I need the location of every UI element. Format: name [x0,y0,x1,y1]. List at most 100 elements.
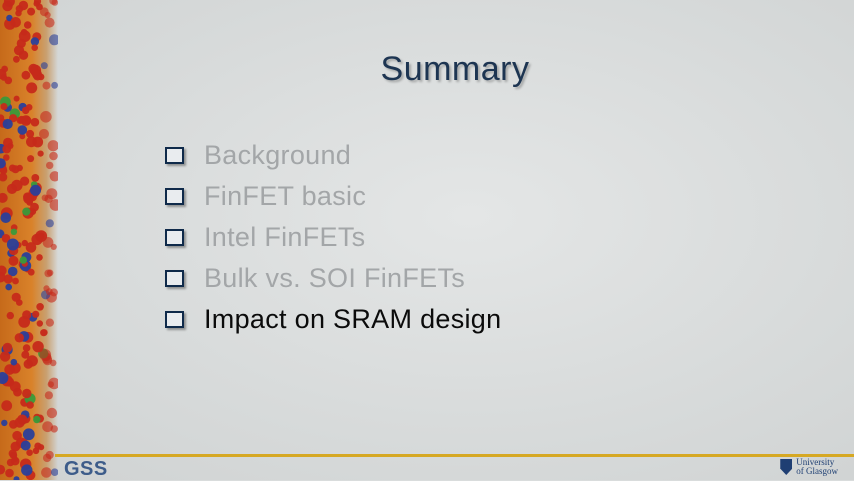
atom-sphere [30,117,40,127]
atom-sphere [36,254,43,261]
agenda-item: Background [165,135,501,176]
atom-sphere [4,364,15,375]
atom-sphere [22,388,32,399]
atom-sphere [27,268,35,276]
university-logo: University of Glasgow [780,458,838,476]
atom-sphere [26,449,33,457]
atom-sphere [13,95,20,102]
atom-sphere [31,44,38,51]
atomistic-decoration-strip [0,0,58,480]
atom-sphere [42,421,53,433]
atom-sphere [41,467,52,478]
atom-sphere [8,255,19,266]
atom-sphere [2,0,13,12]
atom-sphere [37,73,45,81]
agenda-item-current: Impact on SRAM design [165,299,501,340]
atom-sphere [46,188,58,200]
atom-sphere [2,342,13,353]
atom-sphere [14,417,25,428]
atom-sphere [46,407,58,419]
atom-sphere [0,74,8,81]
atom-sphere [40,62,48,70]
atom-sphere [21,464,33,476]
agenda-item-label-current: Impact on SRAM design [204,304,502,334]
atom-sphere [47,140,58,152]
atom-sphere [27,155,35,163]
atom-sphere [10,17,21,28]
atom-sphere [5,468,14,478]
atom-sphere [2,118,13,130]
atom-sphere [21,70,31,80]
checkbox-bullet-icon [165,147,184,164]
atom-sphere [41,329,48,336]
atom-sphere [11,179,23,192]
atom-sphere [6,311,14,320]
atom-sphere [22,207,31,216]
gss-logo: GSS [64,458,108,480]
atom-sphere [49,34,58,46]
atom-sphere [14,333,24,343]
agenda-item-label: Background [204,140,352,170]
atom-sphere [13,55,20,63]
atom-sphere [0,192,8,203]
footer-divider [55,454,854,457]
checkbox-bullet-icon [165,270,184,287]
atom-sphere [45,288,53,296]
atom-sphere [12,277,19,285]
agenda-item-label: Bulk vs. SOI FinFETs [204,263,466,293]
atom-sphere [31,174,40,182]
atom-sphere [10,358,18,366]
slide-title: Summary [380,50,530,88]
atom-sphere [45,318,55,327]
atom-sphere [19,256,27,264]
atom-sphere [0,172,8,182]
agenda-list: Background FinFET basic Intel FinFETs Bu… [165,135,501,340]
atom-sphere [39,128,49,139]
atom-sphere [37,150,44,157]
atom-sphere [23,192,32,202]
agenda-item: Intel FinFETs [165,217,501,258]
atom-sphere [26,82,38,94]
atom-sphere [46,161,54,170]
atom-sphere [26,355,38,367]
atom-sphere [44,391,54,400]
atom-sphere [26,401,34,409]
atom-sphere [17,125,28,135]
atom-sphere [3,274,13,284]
atom-sphere [11,292,21,302]
atom-sphere [32,310,40,318]
university-logo-line2: of Glasgow [796,466,838,476]
atom-sphere [39,349,52,361]
atom-sphere [40,111,52,123]
atom-sphere [20,28,28,36]
atom-sphere [32,447,40,455]
atom-sphere [51,0,58,6]
atom-sphere [1,65,8,73]
atom-sphere [36,320,43,327]
agenda-item-label: FinFET basic [204,181,367,211]
atom-sphere [26,136,37,148]
atom-sphere [18,0,29,11]
atom-sphere [0,351,11,362]
atom-sphere [42,81,51,90]
atom-sphere [22,428,35,441]
atom-sphere [18,50,29,60]
atom-sphere [35,230,48,243]
atom-sphere [8,164,17,172]
checkbox-bullet-icon [165,188,184,205]
atom-sphere [49,171,58,182]
checkbox-bullet-icon [165,229,184,246]
university-crest-icon [780,459,793,475]
atom-sphere [0,103,8,110]
atom-sphere [9,381,21,392]
atom-sphere [44,269,53,278]
atom-sphere [50,468,58,476]
atom-sphere [30,202,39,212]
agenda-item-label: Intel FinFETs [204,222,366,252]
atom-sphere [33,415,41,424]
agenda-item: FinFET basic [165,176,501,217]
atom-sphere [3,137,13,148]
atom-sphere [45,219,54,228]
atom-sphere [1,419,8,427]
atom-sphere [51,81,58,89]
